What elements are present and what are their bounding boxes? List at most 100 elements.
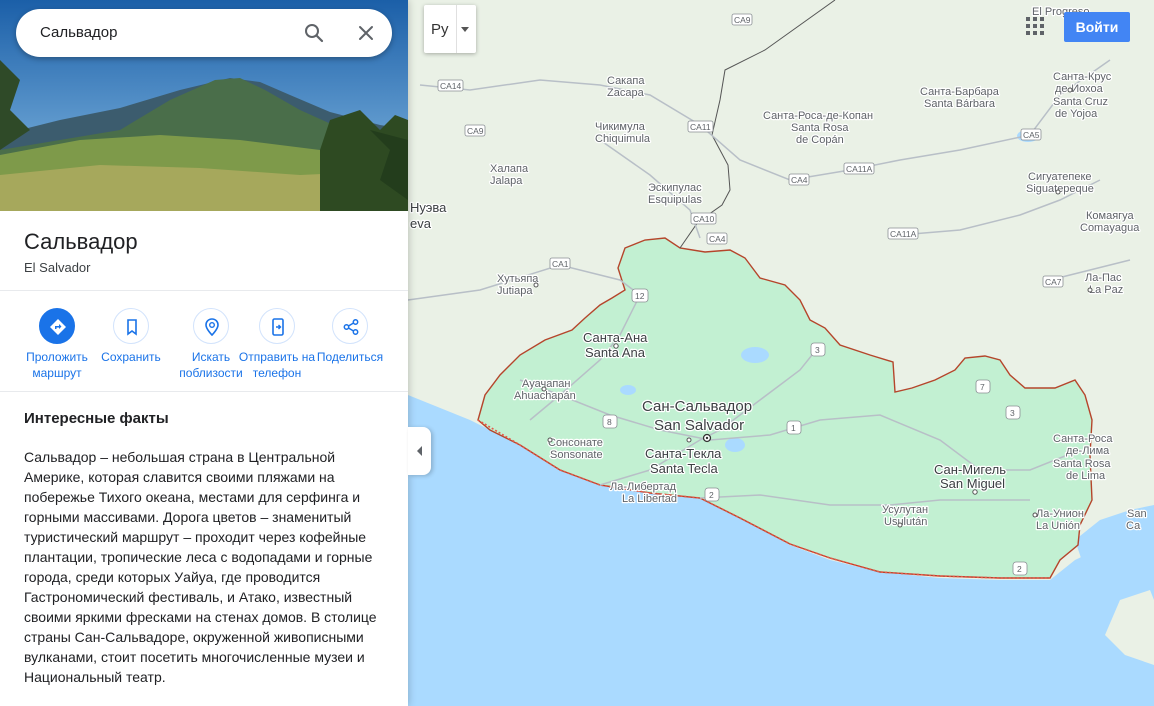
route-shield-1: 1 [786, 420, 802, 435]
svg-text:CA9: CA9 [467, 126, 484, 136]
directions-label: Проложить маршрут [26, 350, 88, 380]
label-ahuachapan-es: Ahuachapán [514, 390, 576, 402]
label-santa-rosa-lima-es2: de Lima [1066, 470, 1106, 482]
svg-text:CA1: CA1 [552, 259, 569, 269]
label-santa-rosa-kopan-ru: Санта-Роса-де-Копан [763, 110, 873, 122]
apps-grid-icon[interactable] [1026, 17, 1044, 35]
label-khutiapa-ru: Хутьяпа [497, 273, 539, 285]
signin-button[interactable]: Войти [1064, 12, 1130, 42]
directions-icon [50, 319, 66, 335]
label-san-a: San [1127, 508, 1147, 520]
search-input[interactable]: Сальвадор [40, 24, 118, 41]
search-icon[interactable] [302, 21, 326, 45]
label-santa-krus-ru1: Санта-Крус [1053, 71, 1112, 83]
label-santa-krus-ru2: де-Иохоа [1055, 83, 1104, 95]
route-shield-ca7: CA7 [1042, 275, 1064, 288]
share-icon [343, 319, 359, 335]
label-san-salvador-ru: Сан-Сальвадор [642, 398, 752, 415]
svg-text:CA4: CA4 [791, 175, 808, 185]
label-la-pas-es: La Paz [1089, 284, 1123, 296]
label-santa-rosa-lima-es1: Santa Rosa [1053, 458, 1111, 470]
close-icon[interactable] [354, 21, 378, 45]
share-icon-circle [332, 308, 368, 344]
label-santa-barbara-ru: Санта-Барбара [920, 86, 1000, 98]
label-san-migel-ru: Сан-Мигель [934, 462, 1006, 477]
place-panel: Сальвадор Сальвадор El Salvador Проложит… [0, 0, 408, 706]
label-khutiapa-es: Jutiapa [497, 285, 533, 297]
label-siguatepeke-ru: Сигуатепеке [1028, 171, 1092, 183]
nearby-pin-icon [205, 318, 219, 337]
label-santa-tekla-ru: Санта-Текла [645, 446, 722, 461]
label-santa-barbara-es: Santa Bárbara [924, 98, 996, 110]
action-bar: Проложить маршрут Сохранить Искать побли… [18, 308, 398, 388]
collapse-panel-button[interactable] [408, 427, 431, 475]
nearby-icon-circle [193, 308, 229, 344]
svg-text:CA11: CA11 [690, 122, 711, 132]
label-khalapa-ru: Халапа [490, 163, 529, 175]
label-chikimula-ru: Чикимула [595, 121, 646, 133]
bookmark-icon [127, 319, 137, 336]
facts-text: Сальвадор – небольшая страна в Центральн… [24, 449, 377, 685]
label-san-salvador-es: San Salvador [654, 417, 744, 434]
svg-text:3: 3 [815, 345, 820, 355]
svg-text:12: 12 [635, 291, 645, 301]
save-icon-circle [113, 308, 149, 344]
label-san-migel-es: San Miguel [940, 476, 1005, 491]
route-shield-ca9-top: CA9 [731, 13, 753, 26]
route-shield-12: 12 [631, 288, 649, 303]
label-la-union-ru: Ла-Унион [1036, 508, 1084, 520]
svg-text:CA4: CA4 [709, 234, 726, 244]
label-la-pas-ru: Ла-Пас [1085, 272, 1122, 284]
label-santa-rosa-lima-ru2: де-Лима [1066, 445, 1110, 457]
label-usulutan-ru: Усулутан [882, 504, 928, 516]
route-shield-8: 8 [602, 414, 618, 429]
city-markers [533, 87, 1093, 528]
save-button[interactable]: Сохранить [92, 308, 170, 365]
label-chikimula-es: Chiquimula [595, 133, 651, 145]
save-label: Сохранить [101, 350, 161, 364]
svg-text:2: 2 [1017, 564, 1022, 574]
share-button[interactable]: Поделиться [311, 308, 389, 365]
label-san-b: Са [1126, 520, 1141, 532]
label-eskipulas-ru: Эскипулас [648, 182, 702, 194]
search-box[interactable]: Сальвадор [16, 9, 392, 57]
route-shield-ca11a-a: CA11A [843, 162, 875, 175]
phone-icon-circle [259, 308, 295, 344]
map-language-control[interactable]: Ру [424, 5, 476, 53]
label-la-libertad-es: La Libertad [622, 493, 677, 505]
svg-text:2: 2 [709, 490, 714, 500]
label-santa-rosa-kopan-es1: Santa Rosa [791, 122, 849, 134]
svg-text:CA11A: CA11A [890, 229, 917, 239]
control-separator [456, 5, 457, 53]
label-komayagua-es: Comayagua [1080, 222, 1140, 234]
route-shield-7: 7 [975, 379, 991, 394]
label-usulutan-es: Usulután [884, 516, 927, 528]
send-to-phone-button[interactable]: Отправить на телефон [238, 308, 316, 381]
label-santa-krus-es2: de Yojoa [1055, 108, 1098, 120]
route-shield-ca11a-b: CA11A [887, 227, 919, 240]
label-sonsonate-es: Sonsonate [550, 449, 603, 461]
label-sonsonate-ru: Сонсонате [548, 437, 603, 449]
svg-text:1: 1 [791, 423, 796, 433]
directions-button[interactable]: Проложить маршрут [18, 308, 96, 381]
label-la-union-es: La Unión [1036, 520, 1080, 532]
divider [0, 391, 408, 392]
svg-text:CA11A: CA11A [846, 164, 873, 174]
share-label: Поделиться [316, 350, 384, 364]
svg-text:8: 8 [607, 417, 612, 427]
place-title: Сальвадор [24, 229, 138, 254]
hero-photo[interactable]: Сальвадор [0, 0, 408, 211]
label-nueva-a: Нуэва [410, 200, 447, 215]
chevron-left-icon [417, 446, 422, 456]
svg-text:CA10: CA10 [693, 214, 715, 224]
label-santa-tekla-es: Santa Tecla [650, 461, 718, 476]
directions-icon-circle [39, 308, 75, 344]
language-label: Ру [431, 21, 449, 38]
svg-text:CA9: CA9 [734, 15, 751, 25]
caret-down-icon[interactable] [461, 27, 469, 32]
route-shield-ca1: CA1 [549, 257, 571, 270]
label-eskipulas-es: Esquipulas [648, 194, 702, 206]
svg-text:CA7: CA7 [1045, 277, 1062, 287]
label-sakapa-es: Zacapa [607, 87, 645, 99]
label-khalapa-es: Jalapa [490, 175, 523, 187]
